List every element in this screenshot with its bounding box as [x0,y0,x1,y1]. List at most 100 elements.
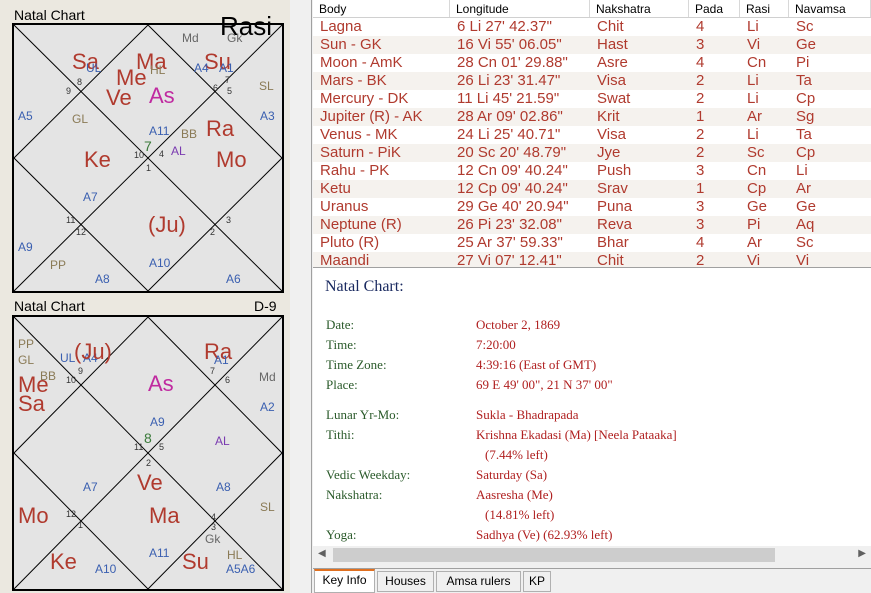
cell-longitude: 12 Cn 09' 40.24" [457,162,568,179]
cell-longitude: 6 Li 27' 42.37" [457,18,552,35]
cell-pada: 3 [696,162,705,179]
cell-longitude: 26 Pi 23' 32.08" [457,216,562,233]
house-num: 1 [78,520,84,530]
table-row[interactable]: Mercury - DK 11 Li 45' 21.59" Swat 2 Li Cp [313,90,871,108]
planet-ra: Ra [206,116,235,141]
col-pada[interactable]: Pada [689,0,740,17]
cell-navamsa: Pi [796,54,810,71]
table-row[interactable]: Ketu 12 Cp 09' 40.24" Srav 1 Cp Ar [313,180,871,198]
label-al: AL [215,434,230,448]
table-row[interactable]: Lagna 6 Li 27' 42.37" Chit 4 Li Sc [313,18,871,36]
house-num: 9 [78,366,84,376]
cell-navamsa: Cp [796,144,816,161]
cell-longitude: 27 Vi 07' 12.41" [457,252,562,268]
cell-nakshatra: Chit [597,18,624,35]
cell-body: Jupiter (R) - AK [320,108,423,125]
label-a8: A8 [95,272,110,286]
house-num: 5 [227,86,233,96]
label-a9: A9 [150,415,165,429]
cell-nakshatra: Puna [597,198,633,215]
col-nakshatra[interactable]: Nakshatra [590,0,689,17]
cell-nakshatra: Hast [597,36,628,53]
cell-nakshatra: Push [597,162,632,179]
label-gl: GL [18,353,35,367]
tab-key-info[interactable]: Key Info [314,569,375,593]
tab-amsa-rulers[interactable]: Amsa rulers [436,571,521,592]
table-row[interactable]: Maandi 27 Vi 07' 12.41" Chit 2 Vi Vi [313,252,871,268]
label-a5: A5 [18,109,33,123]
table-body: Lagna 6 Li 27' 42.37" Chit 4 Li Sc Sun - GK 16… [313,18,871,268]
cell-navamsa: Aq [796,216,815,233]
cell-rasi: Sc [747,144,765,161]
cell-body: Moon - AmK [320,54,403,71]
timezone-label: Time Zone: [326,357,387,372]
house-num: 11 [134,442,144,452]
col-longitude[interactable]: Longitude [450,0,590,17]
cell-nakshatra: Chit [597,252,624,268]
navamsa-chart[interactable]: PP GL UL A4 (Ju) Ra A1 BB Me Sa As Md A2… [12,315,284,591]
scroll-left-icon[interactable]: ◀ [318,548,326,559]
table-row[interactable]: Neptune (R) 26 Pi 23' 32.08" Reva 3 Pi Aq [313,216,871,234]
cell-nakshatra: Srav [597,180,628,197]
tab-houses[interactable]: Houses [377,571,434,592]
label-pp: PP [18,337,35,351]
label-sl: SL [260,500,275,514]
table-row[interactable]: Pluto (R) 25 Ar 37' 59.33" Bhar 4 Ar Sc [313,234,871,252]
horizontal-scrollbar[interactable]: ◀ ▶ [313,546,871,564]
place-value: 69 E 49' 00", 21 N 37' 00" [476,377,613,392]
house-num: 10 [66,375,77,385]
cell-nakshatra: Reva [597,216,633,233]
col-rasi[interactable]: Rasi [740,0,789,17]
scroll-thumb[interactable] [333,548,775,562]
tab-kp[interactable]: KP [523,571,551,592]
table-row[interactable]: Mars - BK 26 Li 23' 31.47" Visa 2 Li Ta [313,72,871,90]
label-a8: A8 [216,480,231,494]
label-a2: A2 [260,400,275,414]
table-row[interactable]: Saturn - PiK 20 Sc 20' 48.79" Jye 2 Sc Cp [313,144,871,162]
weekday-label: Vedic Weekday: [326,467,411,482]
cell-rasi: Ge [747,198,768,215]
cell-rasi: Vi [747,252,761,268]
house-num: 6 [225,375,231,385]
col-navamsa[interactable]: Navamsa [789,0,871,17]
table-row[interactable]: Rahu - PK 12 Cn 09' 40.24" Push 3 Cn Li [313,162,871,180]
cell-rasi: Cp [747,180,767,197]
navamsa-chart-title: Natal Chart [14,298,85,314]
table-row[interactable]: Jupiter (R) - AK 28 Ar 09' 02.86" Krit 1 Ar S… [313,108,871,126]
planet-mo: Mo [18,503,49,528]
cell-navamsa: Ar [796,180,811,197]
cell-nakshatra: Swat [597,90,631,107]
table-header: Body Longitude Nakshatra Pada Rasi Navam… [313,0,871,18]
table-row[interactable]: Uranus 29 Ge 40' 20.94" Puna 3 Ge Ge [313,198,871,216]
label-bb: BB [181,127,198,141]
cell-navamsa: Vi [796,252,810,268]
cell-navamsa: Ge [796,36,817,53]
cell-longitude: 28 Cn 01' 29.88" [457,54,568,71]
table-row[interactable]: Moon - AmK 28 Cn 01' 29.88" Asre 4 Cn Pi [313,54,871,72]
cell-rasi: Li [747,90,759,107]
cell-body: Ketu [320,180,351,197]
label-a1: A1 [214,353,229,367]
cell-longitude: 28 Ar 09' 02.86" [457,108,563,125]
cell-navamsa: Ge [796,198,817,215]
table-row[interactable]: Venus - MK 24 Li 25' 40.71" Visa 2 Li Ta [313,126,871,144]
key-info-panel: Natal Chart: Date: October 2, 1869 Time:… [313,268,871,548]
rasi-chart[interactable]: Rasi Sa Ma Su Me Ve As Ra Mo Ke (Ju) Md … [12,13,284,293]
bottom-tabs: Key Info Houses Amsa rulers KP [313,568,871,593]
lunar-label: Lunar Yr-Mo: [326,407,400,422]
col-body[interactable]: Body [313,0,450,17]
cell-longitude: 11 Li 45' 21.59" [457,90,560,107]
label-a11: A11 [149,546,170,560]
label-gl: GL [72,112,89,126]
place-label: Place: [326,377,358,392]
table-row[interactable]: Sun - GK 16 Vi 55' 06.05" Hast 3 Vi Ge [313,36,871,54]
nakshatra-label: Nakshatra: [326,487,383,502]
cell-rasi: Ar [747,108,762,125]
scroll-right-icon[interactable]: ▶ [858,548,866,559]
panel-divider[interactable] [290,0,312,593]
cell-navamsa: Sg [796,108,815,125]
cell-rasi: Li [747,126,759,143]
planet-ke: Ke [50,549,77,574]
cell-rasi: Li [747,72,759,89]
cell-nakshatra: Visa [597,72,626,89]
